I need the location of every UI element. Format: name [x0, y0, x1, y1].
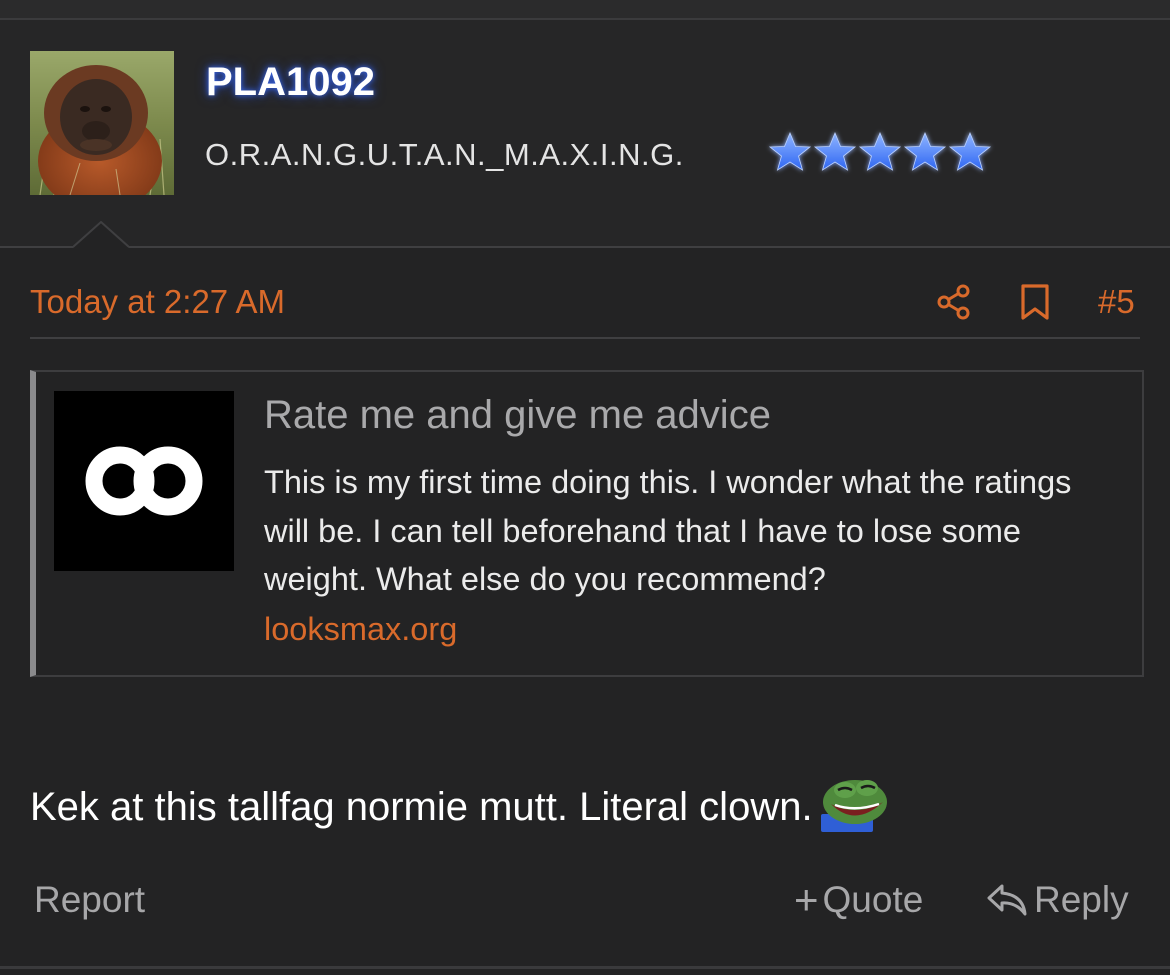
link-preview-title[interactable]: Rate me and give me advice	[264, 393, 771, 438]
infinity-logo-icon	[54, 391, 234, 571]
post-bottom-border	[0, 966, 1170, 969]
link-preview-description: This is my first time doing this. I wond…	[264, 464, 1072, 597]
share-icon[interactable]	[935, 283, 973, 321]
link-preview-domain[interactable]: looksmax.org	[264, 611, 457, 648]
post-container: PLA1092 O.R.A.N.G.U.T.A.N._M.A.X.I.N.G.	[0, 0, 1170, 975]
post-date-link[interactable]: Today at 2:27 AM	[30, 283, 285, 321]
post-number-link[interactable]: #5	[1098, 283, 1135, 321]
reply-arrow-icon	[987, 884, 1027, 916]
quote-button[interactable]: + Quote	[794, 879, 923, 921]
avatar[interactable]	[30, 51, 174, 195]
header-divider	[0, 246, 1170, 248]
message-arrow	[72, 220, 130, 249]
post-text: Kek at this tallfag normie mutt. Literal…	[30, 785, 813, 829]
plus-icon: +	[794, 876, 819, 923]
quote-label: Quote	[822, 879, 924, 920]
previous-post-edge	[0, 0, 1170, 20]
reply-button[interactable]: Reply	[986, 879, 1129, 921]
star-rating	[765, 128, 995, 178]
star-icon	[858, 131, 902, 171]
username-link[interactable]: PLA1092	[206, 60, 375, 105]
pepe-laugh-emoji-icon	[820, 776, 891, 832]
star-icon	[768, 131, 812, 171]
star-icon	[948, 131, 992, 171]
reply-label: Reply	[1034, 879, 1129, 920]
date-divider	[30, 337, 1140, 339]
star-icon	[813, 131, 857, 171]
star-icon	[903, 131, 947, 171]
user-title: O.R.A.N.G.U.T.A.N._M.A.X.I.N.G.	[205, 137, 684, 172]
report-link[interactable]: Report	[34, 879, 145, 921]
bookmark-icon[interactable]	[1018, 283, 1052, 321]
post-body: Kek at this tallfag normie mutt. Literal…	[30, 776, 891, 832]
